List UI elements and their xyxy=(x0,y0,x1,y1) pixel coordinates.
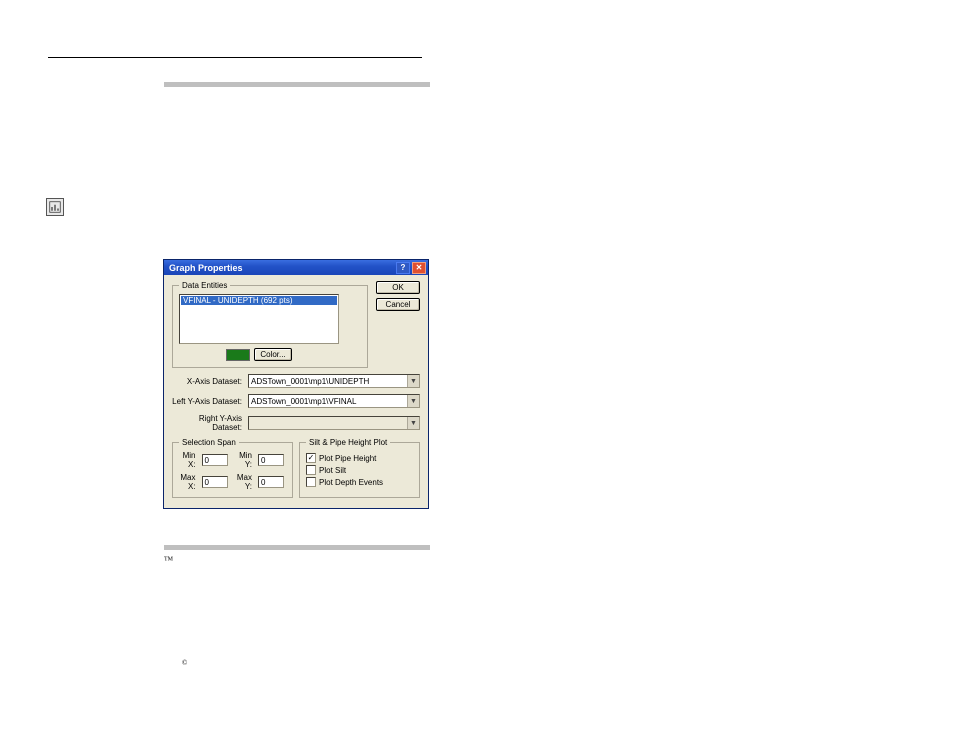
x-axis-label: X-Axis Dataset: xyxy=(172,377,244,386)
header-rule xyxy=(48,57,422,58)
color-swatch xyxy=(226,349,250,361)
dialog-body: Data Entities VFINAL - UNIDEPTH (692 pts… xyxy=(164,275,428,508)
miny-input[interactable]: 0 xyxy=(258,454,284,466)
miny-label: Min Y: xyxy=(236,451,253,469)
chevron-down-icon[interactable]: ▼ xyxy=(407,417,419,429)
minx-label: Min X: xyxy=(179,451,196,469)
plot-pipe-height-checkbox[interactable]: ✓ xyxy=(306,453,316,463)
silt-pipe-legend: Silt & Pipe Height Plot xyxy=(306,438,390,447)
cancel-button[interactable]: Cancel xyxy=(376,298,420,311)
selection-span-group: Selection Span Min X: 0 Min Y: 0 Max X: … xyxy=(172,438,293,498)
selection-span-legend: Selection Span xyxy=(179,438,239,447)
dialog-titlebar[interactable]: Graph Properties ? ✕ xyxy=(164,260,428,275)
dialog-title: Graph Properties xyxy=(169,263,394,273)
plot-depth-events-checkbox[interactable] xyxy=(306,477,316,487)
x-axis-combo[interactable]: ADSTown_0001\mp1\UNIDEPTH ▼ xyxy=(248,374,420,388)
maxy-label: Max Y: xyxy=(236,473,253,491)
tm-mark: TM xyxy=(164,556,173,562)
graph-properties-dialog: Graph Properties ? ✕ Data Entities VFINA… xyxy=(163,259,429,509)
ok-button[interactable]: OK xyxy=(376,281,420,294)
section-divider-bottom xyxy=(164,545,430,550)
data-entities-legend: Data Entities xyxy=(179,281,230,290)
titlebar-help-button[interactable]: ? xyxy=(396,262,410,274)
left-y-combo[interactable]: ADSTown_0001\mp1\VFINAL ▼ xyxy=(248,394,420,408)
plot-depth-events-label: Plot Depth Events xyxy=(319,478,383,487)
data-entities-group: Data Entities VFINAL - UNIDEPTH (692 pts… xyxy=(172,281,368,368)
plot-silt-label: Plot Silt xyxy=(319,466,346,475)
maxx-label: Max X: xyxy=(179,473,196,491)
silt-pipe-group: Silt & Pipe Height Plot ✓ Plot Pipe Heig… xyxy=(299,438,420,498)
plot-silt-checkbox[interactable] xyxy=(306,465,316,475)
data-entities-listbox[interactable]: VFINAL - UNIDEPTH (692 pts) xyxy=(179,294,339,344)
graph-properties-toolbar-icon[interactable] xyxy=(46,198,64,216)
copyright-mark: © xyxy=(182,659,187,667)
left-y-value: ADSTown_0001\mp1\VFINAL xyxy=(251,397,356,406)
right-y-label: Right Y-Axis Dataset: xyxy=(172,414,244,432)
color-button[interactable]: Color... xyxy=(254,348,292,361)
section-divider-top xyxy=(164,82,430,87)
x-axis-value: ADSTown_0001\mp1\UNIDEPTH xyxy=(251,377,369,386)
plot-pipe-height-label: Plot Pipe Height xyxy=(319,454,376,463)
chevron-down-icon[interactable]: ▼ xyxy=(407,395,419,407)
chart-icon xyxy=(49,201,61,213)
right-y-combo[interactable]: ▼ xyxy=(248,416,420,430)
list-item[interactable]: VFINAL - UNIDEPTH (692 pts) xyxy=(181,296,337,305)
chevron-down-icon[interactable]: ▼ xyxy=(407,375,419,387)
minx-input[interactable]: 0 xyxy=(202,454,228,466)
left-y-label: Left Y-Axis Dataset: xyxy=(172,397,244,406)
maxx-input[interactable]: 0 xyxy=(202,476,228,488)
body-text: TM xyxy=(164,555,430,569)
titlebar-close-button[interactable]: ✕ xyxy=(412,262,426,274)
maxy-input[interactable]: 0 xyxy=(258,476,284,488)
